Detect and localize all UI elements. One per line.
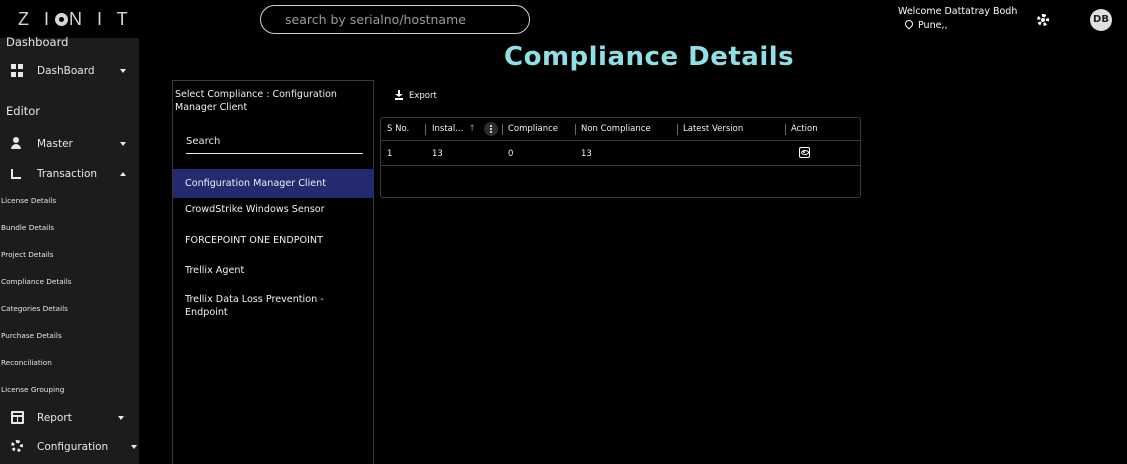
settings-icon[interactable] xyxy=(1037,14,1049,26)
column-separator[interactable] xyxy=(502,124,503,135)
compliance-table: S No. Instal... ↑ Compliance Non Complian… xyxy=(380,117,861,198)
sidebar-heading-editor: Editor xyxy=(6,104,41,118)
export-label: Export xyxy=(409,91,437,101)
sidebar-link-categories-details[interactable]: Categories Details xyxy=(0,304,139,320)
logo-circle-icon xyxy=(55,13,68,26)
user-location: Pune,, xyxy=(903,18,948,31)
table-header: S No. Instal... ↑ Compliance Non Complian… xyxy=(381,118,860,141)
column-header-non-compliance[interactable]: Non Compliance xyxy=(581,124,651,134)
user-group-icon xyxy=(11,137,24,150)
column-header-compliance[interactable]: Compliance xyxy=(508,124,558,134)
chevron-down-icon xyxy=(131,445,137,449)
selected-compliance-label: Select Compliance : Configuration Manage… xyxy=(175,89,337,113)
table-row[interactable]: 1 13 0 13 xyxy=(381,142,860,166)
sidebar-link-compliance-details[interactable]: Compliance Details xyxy=(0,277,139,293)
sidebar-item-transaction[interactable]: Transaction xyxy=(0,164,139,186)
sort-arrow-up-icon[interactable]: ↑ xyxy=(468,124,476,134)
compliance-search-input[interactable] xyxy=(186,134,363,154)
column-header-action[interactable]: Action xyxy=(791,124,818,134)
chevron-down-icon xyxy=(120,142,126,146)
sidebar-link-project-details[interactable]: Project Details xyxy=(0,250,139,266)
column-header-latest-version[interactable]: Latest Version xyxy=(683,124,743,134)
sidebar-item-label: DashBoard xyxy=(37,65,95,77)
sidebar-item-master[interactable]: Master xyxy=(0,134,139,156)
view-icon[interactable] xyxy=(799,147,810,158)
global-search[interactable] xyxy=(260,5,530,34)
global-search-input[interactable] xyxy=(285,11,520,28)
location-text: Pune,, xyxy=(918,20,948,31)
welcome-text: Welcome Dattatray Bodh xyxy=(898,6,1018,17)
sidebar-link-license-details[interactable]: License Details xyxy=(0,196,139,212)
column-header-sno[interactable]: S No. xyxy=(387,124,409,134)
user-avatar[interactable]: DB xyxy=(1090,9,1112,31)
compliance-list-item[interactable]: CrowdStrike Windows Sensor xyxy=(173,203,374,216)
column-separator[interactable] xyxy=(785,124,786,135)
cell-non-compliance: 13 xyxy=(581,149,592,159)
location-pin-icon xyxy=(903,18,915,30)
chevron-down-icon xyxy=(120,69,126,73)
column-menu-icon[interactable] xyxy=(484,122,498,136)
sidebar: Dashboard DashBoard Editor Master Transa… xyxy=(0,35,139,464)
cell-compliance: 0 xyxy=(508,149,514,159)
sidebar-heading-dashboard: Dashboard xyxy=(6,35,69,49)
column-separator[interactable] xyxy=(677,124,678,135)
sidebar-link-bundle-details[interactable]: Bundle Details xyxy=(0,223,139,239)
compliance-list-item[interactable]: Trellix Data Loss Prevention - Endpoint xyxy=(173,293,343,319)
compliance-list-panel: Select Compliance : Configuration Manage… xyxy=(172,80,374,464)
cell-installed: 13 xyxy=(432,149,443,159)
sidebar-item-label: Transaction xyxy=(37,168,98,180)
sidebar-link-reconciliation[interactable]: Reconciliation xyxy=(0,358,139,374)
sidebar-item-label: Report xyxy=(37,412,72,424)
top-bar: Z IN I T Welcome Dattatray Bodh Pune,, D… xyxy=(0,0,1127,38)
sidebar-link-license-grouping[interactable]: License Grouping xyxy=(0,385,139,401)
sidebar-item-label: Master xyxy=(37,138,73,150)
crop-icon xyxy=(11,169,21,179)
compliance-list-item[interactable]: Trellix Agent xyxy=(173,264,374,277)
chevron-down-icon xyxy=(118,416,124,420)
sidebar-item-label: Configuration xyxy=(37,441,109,453)
gear-icon xyxy=(11,440,23,452)
export-button[interactable]: Export xyxy=(395,90,437,101)
table-icon xyxy=(11,411,24,424)
download-icon xyxy=(395,90,403,100)
sidebar-link-purchase-details[interactable]: Purchase Details xyxy=(0,331,139,347)
column-separator[interactable] xyxy=(425,124,426,135)
sidebar-item-report[interactable]: Report xyxy=(0,408,139,430)
sidebar-item-configuration[interactable]: Configuration xyxy=(0,437,139,459)
page-title: Compliance Details xyxy=(504,42,795,72)
compliance-list-item[interactable]: FORCEPOINT ONE ENDPOINT xyxy=(173,234,374,247)
app-logo[interactable]: Z IN I T xyxy=(18,9,133,30)
column-separator[interactable] xyxy=(575,124,576,135)
column-header-installed[interactable]: Instal... ↑ xyxy=(432,124,476,134)
compliance-list-item[interactable]: Configuration Manager Client xyxy=(173,169,374,198)
sidebar-item-dashboard[interactable]: DashBoard xyxy=(0,61,139,83)
chevron-up-icon xyxy=(120,172,126,176)
dashboard-add-icon xyxy=(11,64,24,77)
cell-sno: 1 xyxy=(387,149,393,159)
